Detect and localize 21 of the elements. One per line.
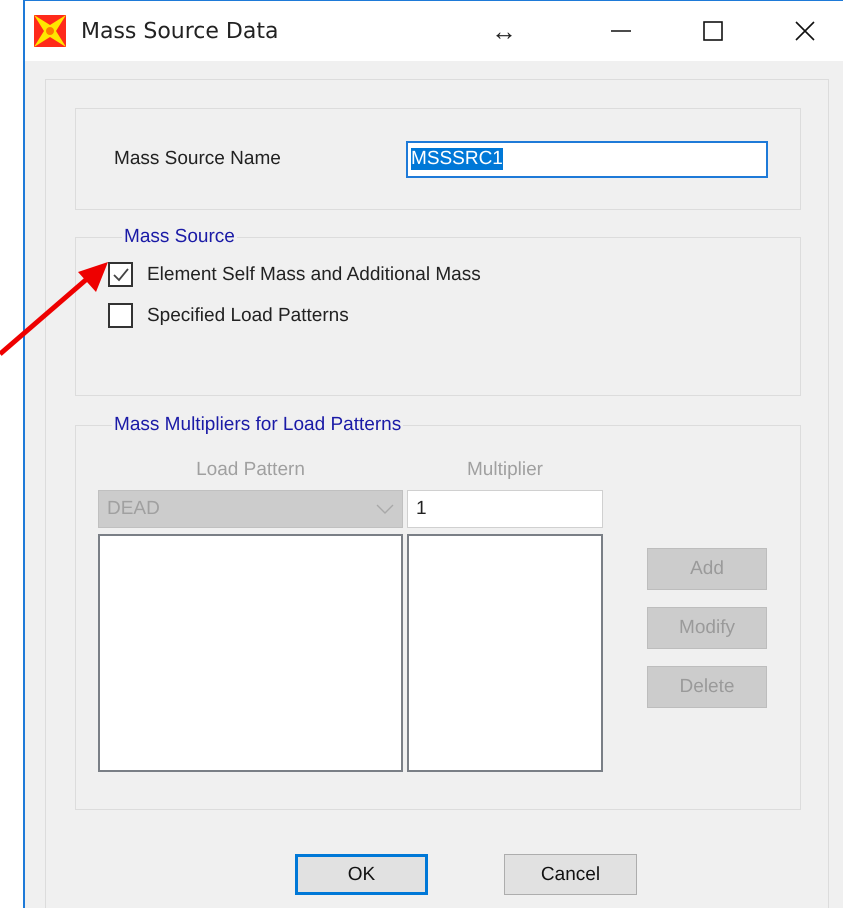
caret-icon — [376, 503, 394, 515]
checkbox[interactable] — [108, 262, 133, 287]
field-label: Mass Source Name — [114, 148, 282, 170]
minimize-icon — [610, 30, 632, 32]
close-icon — [794, 20, 816, 42]
column-header: Multiplier — [466, 458, 544, 482]
dialog-button[interactable]: OK — [295, 854, 428, 895]
column-header: Load Pattern — [195, 458, 306, 482]
list-box[interactable] — [98, 534, 403, 772]
list-box[interactable] — [407, 534, 603, 772]
dialog-button[interactable]: Cancel — [504, 854, 637, 895]
app-icon — [33, 14, 67, 48]
checkbox[interactable] — [108, 303, 133, 328]
checkbox-label[interactable]: Element Self Mass and Additional Mass — [147, 264, 481, 286]
window-title: Mass Source Data — [81, 18, 280, 44]
maximize-icon — [702, 20, 724, 42]
group-title: Mass Source — [123, 226, 236, 248]
resize-glyph: ↔ — [491, 16, 518, 46]
group-title: Mass Multipliers for Load Patterns — [113, 414, 402, 436]
name-field[interactable]: MSSSRC1 — [406, 140, 768, 178]
checkbox-label[interactable]: Specified Load Patterns — [147, 304, 349, 326]
